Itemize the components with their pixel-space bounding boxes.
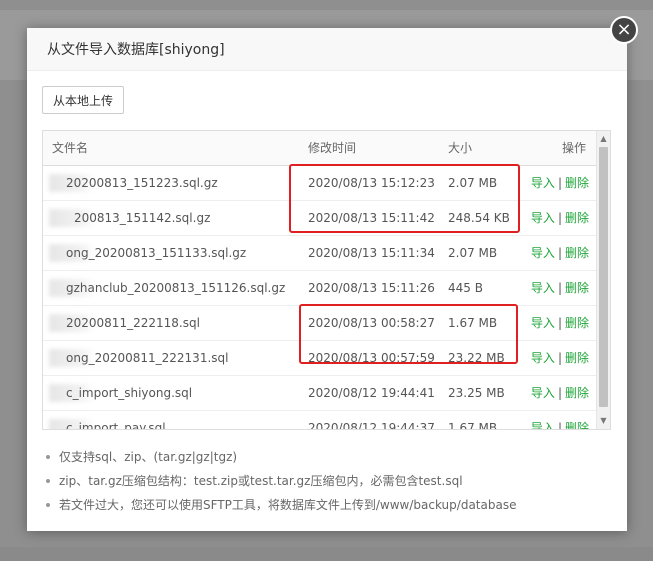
table-row: c_import_shiyong.sql 2020/08/12 19:44:41 2…: [43, 376, 610, 411]
row-actions: 导入 | 删除: [527, 201, 589, 235]
action-separator: |: [557, 211, 562, 225]
table-row: 200813_151142.sql.gz 2020/08/13 15:11:42 2…: [43, 201, 610, 236]
import-link[interactable]: 导入: [531, 421, 555, 429]
dialog-title: 从文件导入数据库[shiyong]: [47, 42, 225, 58]
import-link[interactable]: 导入: [531, 316, 555, 330]
row-actions: 导入 | 删除: [527, 411, 589, 430]
import-link[interactable]: 导入: [531, 386, 555, 400]
tips-list: 仅支持sql、zip、(tar.gz|gz|tgz) zip、tar.gz压缩包…: [45, 445, 516, 517]
file-size: 23.25 MB: [448, 386, 505, 400]
table-row: gzhanclub_20200813_151126.sql.gz 2020/08/…: [43, 271, 610, 306]
header-size: 大小: [448, 141, 473, 155]
file-name: ong_20200811_222131.sql: [66, 351, 229, 365]
file-modified-time: 2020/08/13 15:12:23: [308, 176, 435, 190]
file-modified-time: 2020/08/13 15:11:42: [308, 211, 435, 225]
file-size: 2.07 MB: [448, 176, 498, 190]
table-row: 20200811_222118.sql 2020/08/13 00:58:27 1.…: [43, 306, 610, 341]
file-modified-time: 2020/08/13 00:58:27: [308, 316, 435, 330]
action-separator: |: [557, 351, 562, 365]
import-link[interactable]: 导入: [531, 281, 555, 295]
action-separator: |: [557, 386, 562, 400]
dialog-header: 从文件导入数据库[shiyong]: [27, 28, 627, 71]
file-name: c_import_pay.sql: [66, 421, 166, 430]
action-separator: |: [557, 316, 562, 330]
delete-link[interactable]: 删除: [565, 386, 589, 400]
header-filename: 文件名: [52, 141, 89, 155]
table-row: ong_20200813_151133.sql.gz 2020/08/13 15:…: [43, 236, 610, 271]
action-separator: |: [557, 246, 562, 260]
action-separator: |: [557, 281, 562, 295]
header-modified-time: 修改时间: [308, 141, 357, 155]
table-row: 20200813_151223.sql.gz 2020/08/13 15:12:2…: [43, 166, 610, 201]
row-actions: 导入 | 删除: [527, 376, 589, 410]
table-scrollbar[interactable]: ▲ ▼: [596, 131, 610, 429]
action-separator: |: [557, 421, 562, 430]
delete-link[interactable]: 删除: [565, 176, 589, 190]
action-separator: |: [557, 176, 562, 190]
file-name: ong_20200813_151133.sql.gz: [66, 246, 247, 260]
delete-link[interactable]: 删除: [565, 421, 589, 429]
scroll-thumb[interactable]: [599, 147, 608, 407]
file-size: 248.54 KB: [448, 211, 510, 225]
table-body: 20200813_151223.sql.gz 2020/08/13 15:12:2…: [43, 166, 610, 430]
header-operation: 操作: [561, 141, 586, 155]
scroll-down-arrow-icon[interactable]: ▼: [597, 415, 610, 427]
tip-item: 若文件过大，您还可以使用SFTP工具，将数据库文件上传到/www/backup/…: [45, 493, 516, 517]
row-actions: 导入 | 删除: [527, 271, 589, 305]
file-size: 445 B: [448, 281, 483, 295]
file-modified-time: 2020/08/12 19:44:37: [308, 421, 435, 430]
table-row: c_import_pay.sql 2020/08/12 19:44:37 1.67 …: [43, 411, 610, 430]
delete-link[interactable]: 删除: [565, 316, 589, 330]
import-link[interactable]: 导入: [531, 176, 555, 190]
table-row: ong_20200811_222131.sql 2020/08/13 00:57:…: [43, 341, 610, 376]
upload-local-button[interactable]: 从本地上传: [42, 86, 124, 114]
file-name: c_import_shiyong.sql: [66, 386, 193, 400]
close-icon[interactable]: ×: [610, 16, 638, 44]
file-modified-time: 2020/08/13 15:11:26: [308, 281, 435, 295]
file-modified-time: 2020/08/12 19:44:41: [308, 386, 435, 400]
file-size: 1.67 MB: [448, 316, 498, 330]
file-table: 文件名 修改时间 大小 操作 20200813_151223.sql.gz 202…: [42, 130, 611, 430]
file-modified-time: 2020/08/13 00:57:59: [308, 351, 435, 365]
row-actions: 导入 | 删除: [527, 306, 589, 340]
file-name: 200813_151142.sql.gz: [74, 211, 211, 225]
tip-item: zip、tar.gz压缩包结构：test.zip或test.tar.gz压缩包内…: [45, 469, 516, 493]
background-footer: [0, 547, 653, 561]
row-actions: 导入 | 删除: [527, 236, 589, 270]
file-size: 23.22 MB: [448, 351, 505, 365]
table-header: 文件名 修改时间 大小 操作: [43, 131, 610, 166]
delete-link[interactable]: 删除: [565, 281, 589, 295]
row-actions: 导入 | 删除: [527, 341, 589, 375]
file-name: gzhanclub_20200813_151126.sql.gz: [66, 281, 286, 295]
file-name: 20200813_151223.sql.gz: [66, 176, 218, 190]
delete-link[interactable]: 删除: [565, 211, 589, 225]
file-size: 1.67 MB: [448, 421, 498, 430]
delete-link[interactable]: 删除: [565, 351, 589, 365]
scroll-up-arrow-icon[interactable]: ▲: [597, 133, 610, 145]
file-modified-time: 2020/08/13 15:11:34: [308, 246, 435, 260]
import-link[interactable]: 导入: [531, 246, 555, 260]
import-database-dialog: 从文件导入数据库[shiyong] 从本地上传 文件名 修改时间 大小 操作 2…: [27, 28, 627, 531]
import-link[interactable]: 导入: [531, 351, 555, 365]
delete-link[interactable]: 删除: [565, 246, 589, 260]
file-name: 20200811_222118.sql: [66, 316, 200, 330]
file-size: 2.07 MB: [448, 246, 498, 260]
row-actions: 导入 | 删除: [527, 166, 589, 200]
import-link[interactable]: 导入: [531, 211, 555, 225]
tip-item: 仅支持sql、zip、(tar.gz|gz|tgz): [45, 445, 516, 469]
